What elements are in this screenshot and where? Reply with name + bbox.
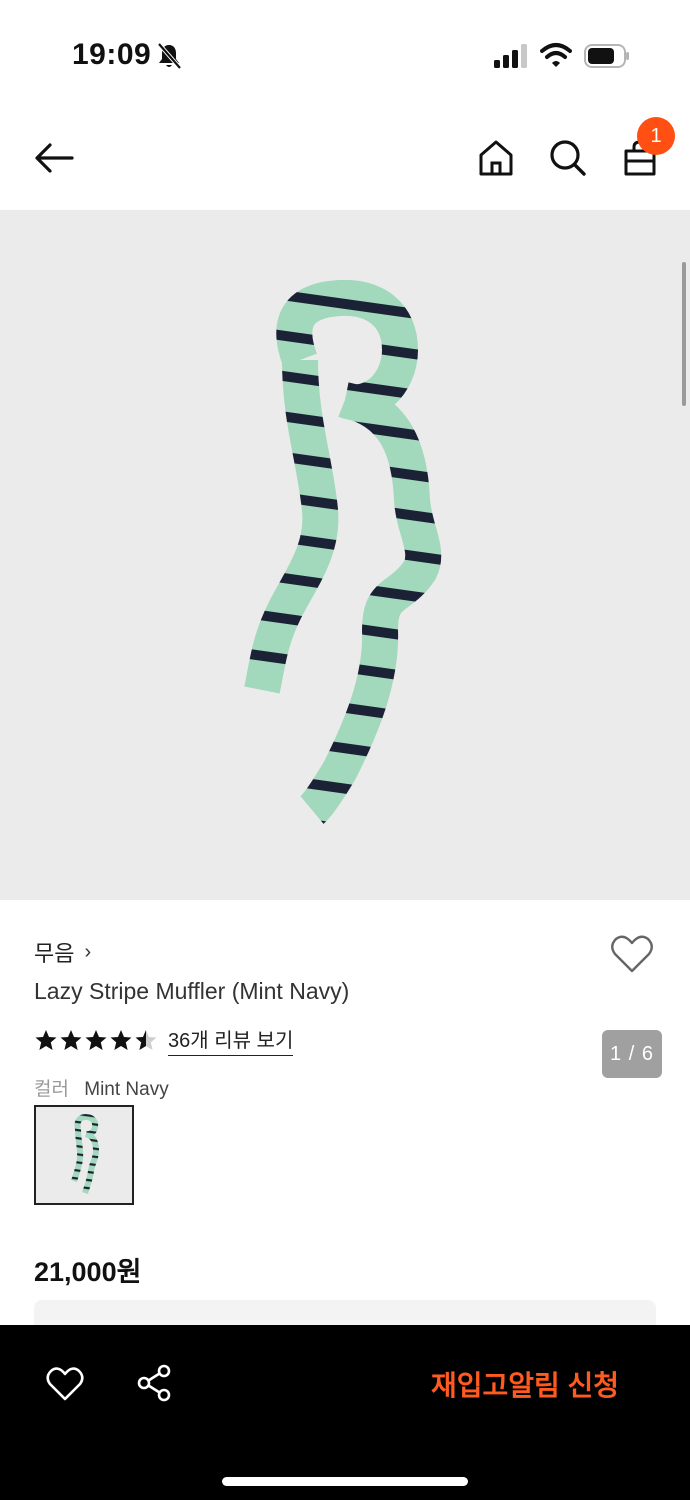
heart-icon[interactable] xyxy=(610,934,654,974)
share-icon[interactable] xyxy=(136,1364,172,1402)
heart-icon[interactable] xyxy=(46,1366,84,1402)
search-icon xyxy=(550,140,586,176)
star-icon xyxy=(110,1030,132,1050)
bell-off-icon xyxy=(157,42,182,70)
star-icon xyxy=(85,1030,107,1050)
back-button[interactable] xyxy=(30,134,78,182)
image-page-indicator: 1 / 6 xyxy=(602,1030,662,1078)
color-value: Mint Navy xyxy=(84,1079,169,1100)
cart-count-badge: 1 xyxy=(637,117,675,155)
color-swatch-mint-navy[interactable] xyxy=(34,1105,134,1205)
status-bar: 19:09 xyxy=(0,0,690,100)
status-time: 19:09 xyxy=(72,38,152,71)
star-half-icon xyxy=(135,1030,157,1050)
scrollbar[interactable] xyxy=(682,262,686,406)
top-nav xyxy=(0,110,690,206)
product-gallery[interactable]: 1 / 6 xyxy=(0,210,690,1078)
rating-row: 36개 리뷰 보기 xyxy=(34,1024,294,1056)
product-name: Lazy Stripe Muffler (Mint Navy) xyxy=(34,978,350,1004)
signal-icon xyxy=(494,44,527,68)
product-price: 21,000원 xyxy=(34,1257,142,1287)
home-icon xyxy=(479,140,513,176)
chevron-right-icon: › xyxy=(84,940,92,963)
color-row: 컬러 Mint Navy xyxy=(34,1074,169,1101)
brand-name: 무음 xyxy=(34,941,75,966)
review-link[interactable]: 36개 리뷰 보기 xyxy=(168,1024,294,1056)
battery-icon xyxy=(584,44,629,68)
brand-link[interactable]: 무음 › xyxy=(34,936,91,968)
search-button[interactable] xyxy=(544,134,592,182)
wifi-icon xyxy=(540,43,572,67)
star-icon xyxy=(60,1030,82,1050)
home-indicator[interactable] xyxy=(222,1477,468,1486)
home-button[interactable] xyxy=(472,134,520,182)
rating-stars xyxy=(34,1028,158,1052)
color-label: 컬러 xyxy=(34,1079,69,1100)
back-arrow-icon xyxy=(35,143,74,173)
swatch-thumbnail xyxy=(71,1114,99,1194)
restock-alert-button[interactable]: 재입고알림 신청 xyxy=(400,1360,650,1408)
star-icon xyxy=(35,1030,57,1050)
product-image xyxy=(244,279,442,824)
bottom-action-bar xyxy=(0,1325,690,1500)
